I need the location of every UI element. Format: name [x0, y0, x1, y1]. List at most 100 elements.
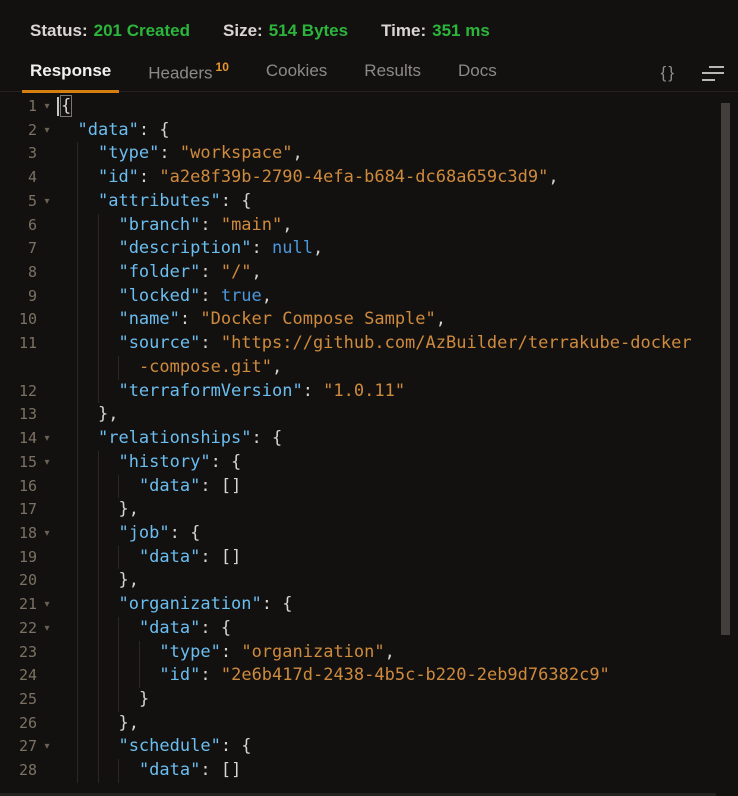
code-text: "data": { — [57, 617, 231, 641]
fold-arrow-icon — [37, 569, 57, 593]
fold-arrow-icon[interactable]: ▾ — [37, 119, 57, 143]
fold-arrow-icon — [37, 356, 57, 380]
line-number: 23 — [0, 641, 37, 665]
code-text: "attributes": { — [57, 190, 252, 214]
status-bar: Status:201 Created Size:514 Bytes Time:3… — [0, 0, 738, 41]
line-number: 12 — [0, 380, 37, 404]
line-number: 26 — [0, 712, 37, 736]
tab-label: Results — [364, 61, 421, 80]
code-line: 17 }, — [0, 498, 738, 522]
fold-arrow-icon — [37, 308, 57, 332]
gutter: 20 — [0, 569, 57, 593]
gutter: 24 — [0, 664, 57, 688]
gutter: 1▾ — [0, 95, 57, 119]
line-number: 20 — [0, 569, 37, 593]
code-text: } — [57, 688, 149, 712]
line-number: 2 — [0, 119, 37, 143]
size-value: 514 Bytes — [269, 21, 348, 40]
fold-arrow-icon[interactable]: ▾ — [37, 735, 57, 759]
line-number: 18 — [0, 522, 37, 546]
code-text: "description": null, — [57, 237, 323, 261]
code-line: 11 "source": "https://github.com/AzBuild… — [0, 332, 738, 356]
tab-cookies[interactable]: Cookies — [266, 61, 327, 93]
gutter: 4 — [0, 166, 57, 190]
code-text: "type": "organization", — [57, 641, 395, 665]
tab-headers[interactable]: Headers10 — [148, 61, 229, 93]
line-number: 17 — [0, 498, 37, 522]
gutter: 10 — [0, 308, 57, 332]
gutter: 22▾ — [0, 617, 57, 641]
fold-arrow-icon[interactable]: ▾ — [37, 190, 57, 214]
fold-arrow-icon — [37, 641, 57, 665]
line-number: 19 — [0, 546, 37, 570]
fold-arrow-icon — [37, 332, 57, 356]
code-line: 28 "data": [] — [0, 759, 738, 783]
code-line: 16 "data": [] — [0, 475, 738, 499]
line-number: 22 — [0, 617, 37, 641]
fold-arrow-icon — [37, 166, 57, 190]
line-number: 25 — [0, 688, 37, 712]
code-text: }, — [57, 403, 118, 427]
gutter: 27▾ — [0, 735, 57, 759]
code-text: "organization": { — [57, 593, 292, 617]
fold-arrow-icon[interactable]: ▾ — [37, 593, 57, 617]
gutter: 9 — [0, 285, 57, 309]
line-number: 13 — [0, 403, 37, 427]
gutter: 21▾ — [0, 593, 57, 617]
fold-arrow-icon — [37, 285, 57, 309]
line-number: 9 — [0, 285, 37, 309]
code-text: "job": { — [57, 522, 200, 546]
vertical-scrollbar[interactable] — [721, 103, 730, 635]
gutter: 28 — [0, 759, 57, 783]
line-number: 6 — [0, 214, 37, 238]
response-body-editor[interactable]: 1▾{2▾ "data": {3 "type": "workspace",4 "… — [0, 92, 738, 783]
fold-arrow-icon[interactable]: ▾ — [37, 522, 57, 546]
tab-results[interactable]: Results — [364, 61, 421, 93]
line-number — [0, 356, 37, 380]
fold-arrow-icon[interactable]: ▾ — [37, 617, 57, 641]
code-line: 2▾ "data": { — [0, 119, 738, 143]
fold-arrow-icon — [37, 475, 57, 499]
headers-count-badge: 10 — [216, 60, 229, 74]
code-text: "history": { — [57, 451, 241, 475]
line-number: 16 — [0, 475, 37, 499]
code-text: "data": [] — [57, 546, 241, 570]
code-line: 24 "id": "2e6b417d-2438-4b5c-b220-2eb9d7… — [0, 664, 738, 688]
code-line: 26 }, — [0, 712, 738, 736]
tab-response[interactable]: Response — [22, 61, 119, 93]
code-text: "schedule": { — [57, 735, 252, 759]
line-number: 1 — [0, 95, 37, 119]
gutter: 7 — [0, 237, 57, 261]
line-number: 8 — [0, 261, 37, 285]
fold-arrow-icon — [37, 261, 57, 285]
gutter: 19 — [0, 546, 57, 570]
code-text: "type": "workspace", — [57, 142, 303, 166]
code-text: }, — [57, 569, 139, 593]
line-number: 14 — [0, 427, 37, 451]
code-line: 3 "type": "workspace", — [0, 142, 738, 166]
code-text: "relationships": { — [57, 427, 282, 451]
code-line: 20 }, — [0, 569, 738, 593]
fold-arrow-icon — [37, 403, 57, 427]
code-line: 6 "branch": "main", — [0, 214, 738, 238]
gutter: 14▾ — [0, 427, 57, 451]
code-line: 5▾ "attributes": { — [0, 190, 738, 214]
tab-docs[interactable]: Docs — [458, 61, 497, 93]
braces-icon[interactable]: {} — [661, 63, 676, 83]
line-number: 15 — [0, 451, 37, 475]
code-text: "branch": "main", — [57, 214, 293, 238]
fold-arrow-icon[interactable]: ▾ — [37, 95, 57, 119]
line-number: 28 — [0, 759, 37, 783]
fold-arrow-icon — [37, 688, 57, 712]
tab-label: Cookies — [266, 61, 327, 80]
fold-arrow-icon[interactable]: ▾ — [37, 427, 57, 451]
code-line: 8 "folder": "/", — [0, 261, 738, 285]
code-line: 15▾ "history": { — [0, 451, 738, 475]
line-number: 27 — [0, 735, 37, 759]
code-line: 27▾ "schedule": { — [0, 735, 738, 759]
gutter: 23 — [0, 641, 57, 665]
lines-icon[interactable] — [702, 66, 724, 81]
line-number: 3 — [0, 142, 37, 166]
code-line: 23 "type": "organization", — [0, 641, 738, 665]
fold-arrow-icon[interactable]: ▾ — [37, 451, 57, 475]
